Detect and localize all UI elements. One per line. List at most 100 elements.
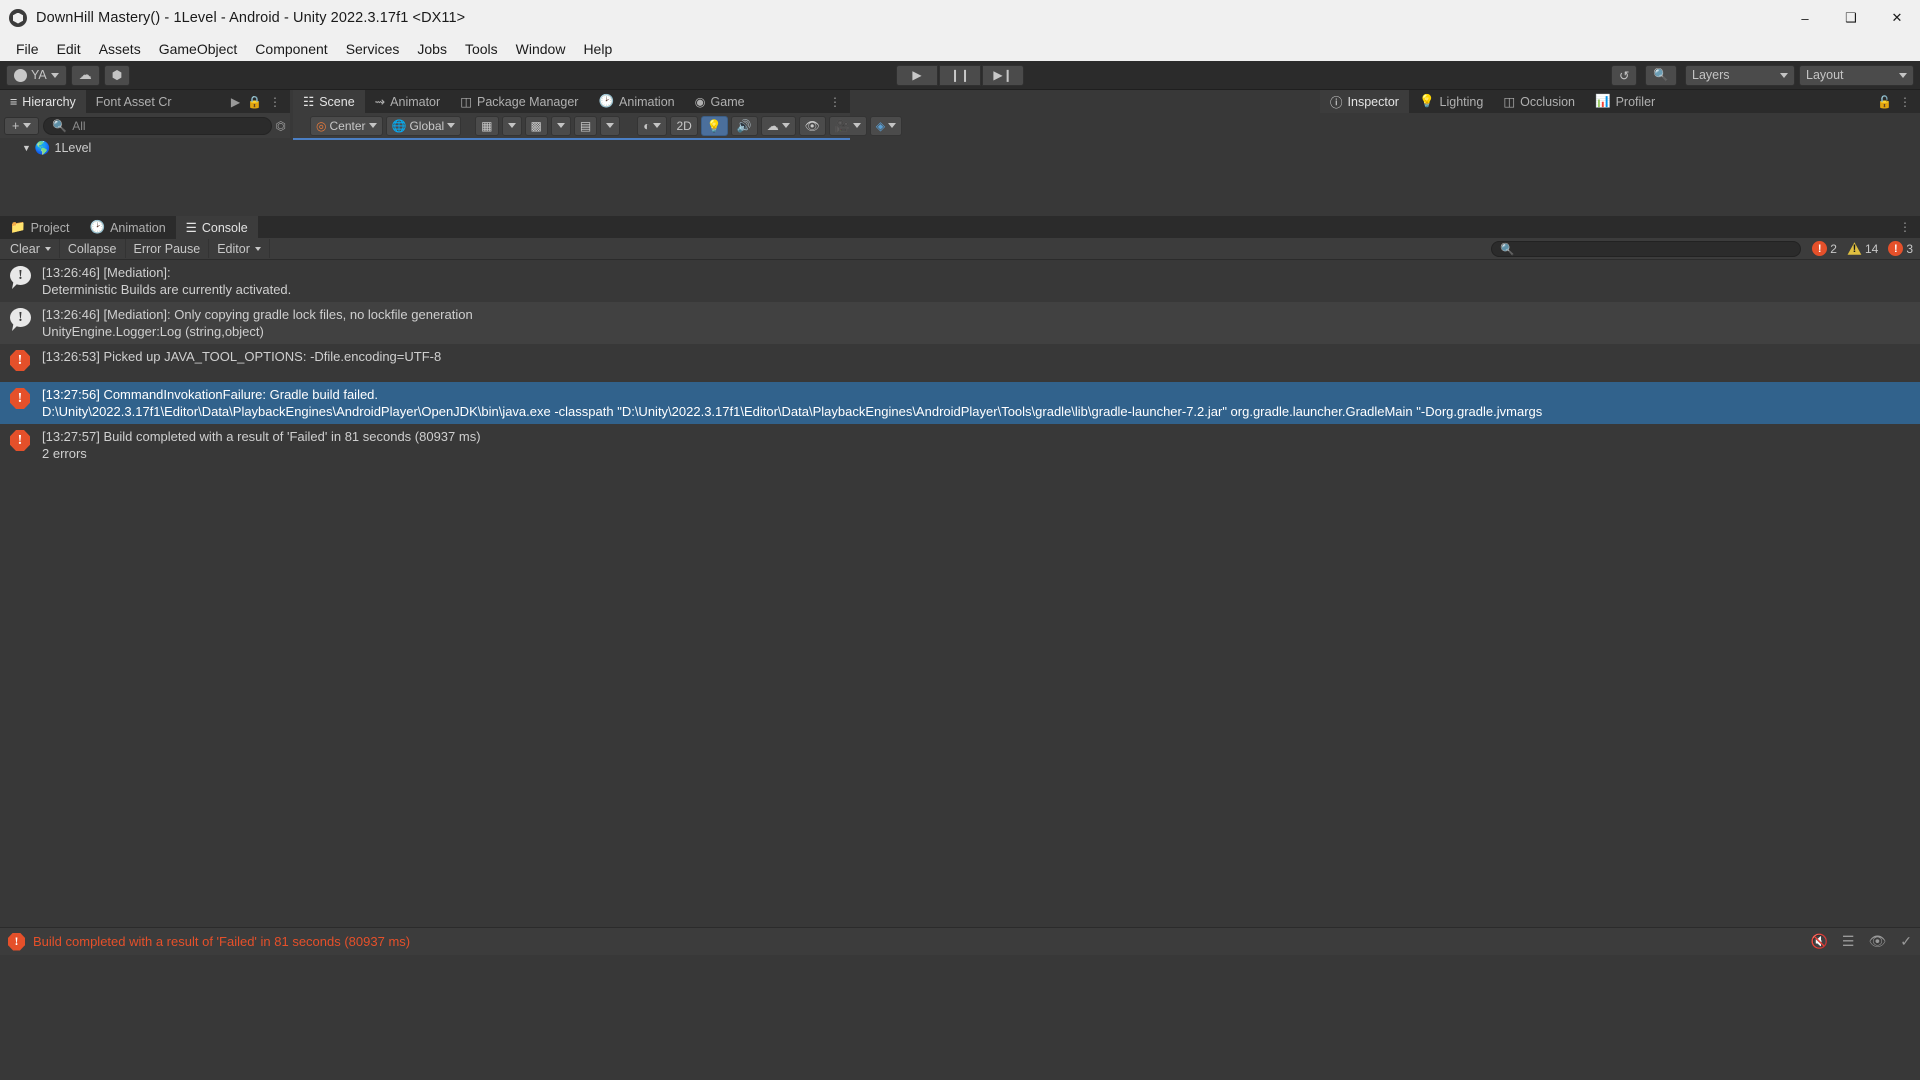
mute-audio-icon[interactable]: 🔇: [1810, 933, 1827, 950]
info-count-badge[interactable]: ! 2: [1807, 241, 1842, 256]
tab-animation[interactable]: 🕑 Animation: [588, 90, 685, 113]
log-error-icon: !: [10, 350, 32, 372]
tab-animator[interactable]: ⇝ Animator: [364, 90, 451, 113]
kebab-menu-icon[interactable]: ⋮: [1899, 220, 1911, 234]
log-info-icon: !: [10, 266, 32, 288]
tab-hierarchy-label: Hierarchy: [22, 94, 76, 109]
gizmos-button[interactable]: ◈: [869, 115, 903, 136]
2d-toggle-button[interactable]: 2D: [670, 115, 698, 136]
scene-camera-icon: 🎥: [834, 118, 850, 133]
menu-item-component[interactable]: Component: [246, 38, 336, 60]
tab-console[interactable]: ☰ Console: [175, 216, 258, 239]
clear-button[interactable]: Clear: [2, 239, 60, 258]
snap-dropdown[interactable]: [550, 115, 571, 136]
log-entry[interactable]: ! [13:26:46] [Mediation]: Only copying g…: [0, 302, 1920, 344]
error-pause-button[interactable]: Error Pause: [126, 239, 210, 258]
tab-game[interactable]: ◉ Game: [684, 90, 755, 113]
error-count-badge[interactable]: ! 3: [1883, 241, 1918, 256]
menu-item-help[interactable]: Help: [574, 38, 621, 60]
chevron-down-icon[interactable]: ▼: [22, 143, 31, 153]
status-bar[interactable]: ! Build completed with a result of 'Fail…: [0, 927, 1920, 955]
tab-lighting[interactable]: 💡 Lighting: [1408, 90, 1494, 113]
check-circle-icon[interactable]: ✓: [1900, 933, 1912, 950]
menu-item-window[interactable]: Window: [507, 38, 575, 60]
audio-toggle-button[interactable]: 🔊: [730, 115, 758, 136]
overflow-arrow-icon[interactable]: ▶: [231, 95, 240, 109]
tab-scene[interactable]: ☷ Scene: [293, 90, 365, 113]
scene-visibility-button[interactable]: 👁: [798, 115, 826, 136]
log-entry[interactable]: ! [13:26:53] Picked up JAVA_TOOL_OPTIONS…: [0, 344, 1920, 382]
grid-visibility-button[interactable]: ▦: [475, 115, 499, 136]
tab-project[interactable]: 📁 Project: [0, 216, 80, 239]
effects-button[interactable]: ☁: [760, 115, 796, 136]
tab-animation-console[interactable]: 🕑 Animation: [79, 216, 176, 239]
audio-toggle-icon: 🔊: [736, 118, 752, 133]
cloud-button[interactable]: ☁: [70, 64, 100, 86]
menu-item-assets[interactable]: Assets: [90, 38, 150, 60]
visibility-off-icon[interactable]: 👁: [1868, 933, 1886, 950]
menu-item-services[interactable]: Services: [337, 38, 409, 60]
layers-dropdown[interactable]: Layers: [1685, 64, 1795, 86]
hierarchy-root-item[interactable]: ▼ 🌎 1Level: [0, 138, 290, 158]
globe-icon: 🌐: [391, 118, 407, 133]
menu-item-edit[interactable]: Edit: [48, 38, 90, 60]
minimize-button[interactable]: –: [1782, 0, 1828, 36]
close-button[interactable]: ✕: [1874, 0, 1920, 36]
layout-dropdown[interactable]: Layout: [1799, 64, 1914, 86]
menu-item-jobs[interactable]: Jobs: [408, 38, 456, 60]
hierarchy-search-input[interactable]: 🔍 All: [43, 116, 272, 135]
log-line-secondary: UnityEngine.Logger:Log (string,object): [42, 323, 264, 339]
info-count-label: 2: [1830, 241, 1837, 256]
maximize-button[interactable]: ❑: [1828, 0, 1874, 36]
kebab-menu-icon[interactable]: ⋮: [1899, 95, 1911, 109]
tab-hierarchy[interactable]: ≡ Hierarchy: [0, 90, 86, 113]
tab-occlusion[interactable]: ◫ Occlusion: [1493, 90, 1586, 113]
lighting-toggle-button[interactable]: 💡: [700, 115, 728, 136]
hierarchy-expand-icon[interactable]: ⏣: [276, 119, 286, 133]
inspector-panel: ⓘ Inspector 💡 Lighting ◫ Occlusion 📊 Pro…: [1320, 90, 1920, 113]
tab-package-manager[interactable]: ◫ Package Manager: [450, 90, 589, 113]
lock-icon[interactable]: 🔓: [1877, 95, 1892, 109]
undo-history-button[interactable]: ↺: [1610, 64, 1638, 86]
shading-mode-button[interactable]: ◐: [637, 115, 668, 136]
kebab-menu-icon[interactable]: ⋮: [269, 95, 281, 109]
warning-count-badge[interactable]: ! 14: [1842, 241, 1883, 256]
grid-snap-icon: ▦: [481, 118, 493, 133]
tab-font-asset-creator[interactable]: Font Asset Cr: [85, 90, 182, 113]
console-log-list[interactable]: ! [13:26:46] [Mediation]: Deterministic …: [0, 260, 1920, 915]
tab-game-label: Game: [710, 94, 745, 109]
snap-increment-button[interactable]: ▩: [524, 115, 548, 136]
menu-item-gameobject[interactable]: GameObject: [150, 38, 247, 60]
log-entry[interactable]: ! [13:26:46] [Mediation]: Deterministic …: [0, 260, 1920, 302]
pause-button[interactable]: ❙❙: [939, 64, 981, 86]
tab-profiler[interactable]: 📊 Profiler: [1585, 90, 1666, 113]
handle-space-button[interactable]: 🌐 Global: [385, 115, 462, 136]
menu-item-file[interactable]: File: [7, 38, 48, 60]
tab-inspector[interactable]: ⓘ Inspector: [1320, 90, 1409, 113]
step-button[interactable]: ▶❙: [982, 64, 1024, 86]
hierarchy-tabbar: ≡ Hierarchy Font Asset Cr ▶ 🔒 ⋮: [0, 90, 290, 113]
account-button[interactable]: YA: [6, 64, 67, 86]
pivot-mode-button[interactable]: ◎ Center: [310, 115, 383, 136]
console-search-input[interactable]: 🔍: [1491, 240, 1802, 257]
log-line-secondary: 2 errors: [42, 445, 87, 461]
services-button[interactable]: ⬢: [103, 64, 131, 86]
grid-dropdown[interactable]: [501, 115, 522, 136]
log-error-icon: !: [10, 388, 32, 410]
editor-dropdown[interactable]: Editor: [209, 239, 270, 258]
global-search-button[interactable]: 🔍: [1645, 64, 1677, 86]
menu-item-tools[interactable]: Tools: [456, 38, 507, 60]
lock-icon[interactable]: 🔒: [247, 95, 262, 109]
kebab-menu-icon[interactable]: ⋮: [829, 95, 841, 109]
console-tabbar: 📁 Project 🕑 Animation ☰ Console ⋮: [0, 216, 1920, 239]
search-icon: 🔍: [52, 118, 68, 133]
ruler-button[interactable]: ▤: [573, 115, 598, 136]
collapse-button[interactable]: Collapse: [60, 239, 126, 258]
play-button[interactable]: ▶: [896, 64, 938, 86]
scene-camera-button[interactable]: 🎥: [828, 115, 867, 136]
log-entry[interactable]: ! [13:27:57] Build completed with a resu…: [0, 424, 1920, 466]
log-entry-selected[interactable]: ! [13:27:56] CommandInvokationFailure: G…: [0, 382, 1920, 424]
layers-icon[interactable]: ☰: [1842, 933, 1855, 950]
ruler-dropdown[interactable]: [600, 115, 621, 136]
hierarchy-add-button[interactable]: +: [4, 116, 40, 135]
